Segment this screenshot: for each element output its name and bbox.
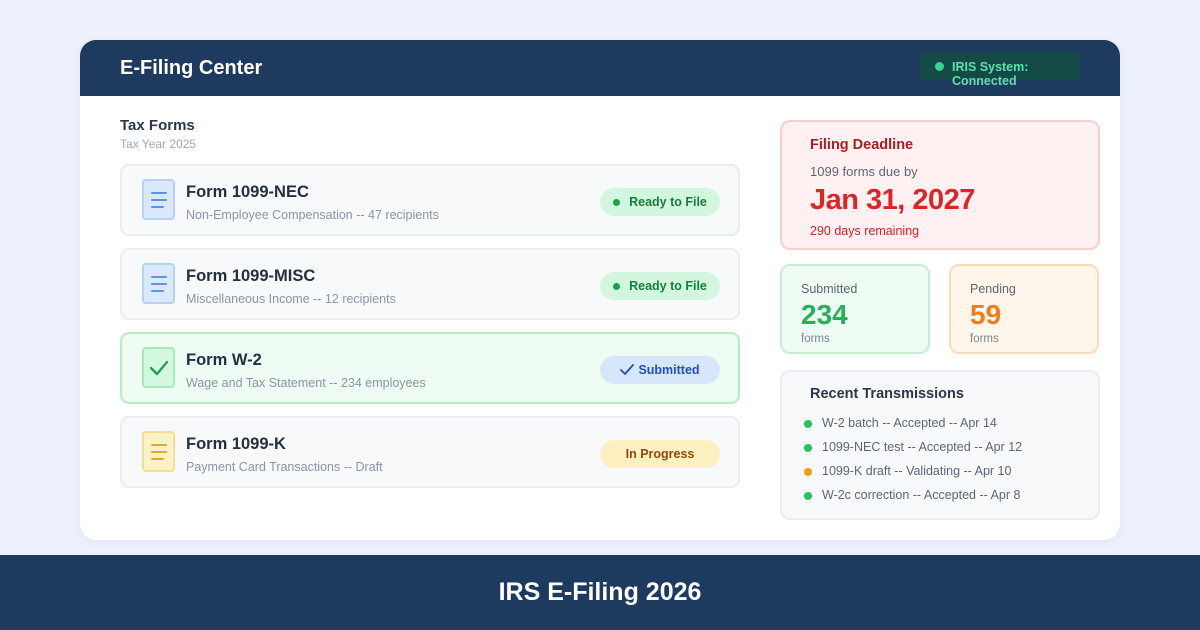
deadline-subtitle: 1099 forms due by: [810, 164, 918, 179]
stat-label: Submitted: [801, 282, 858, 296]
form-row-1099-misc[interactable]: Form 1099-MISC Miscellaneous Income -- 1…: [120, 248, 740, 320]
document-icon: [142, 431, 175, 472]
status-dot-icon: [804, 444, 812, 452]
footer-banner: IRS E-Filing 2026: [0, 555, 1200, 630]
check-icon: [620, 364, 635, 375]
form-description: Non-Employee Compensation -- 47 recipien…: [186, 208, 439, 222]
filing-deadline-card: Filing Deadline 1099 forms due by Jan 31…: [780, 120, 1100, 250]
status-label: In Progress: [625, 447, 695, 461]
status-dot-icon: [935, 62, 944, 71]
status-badge-ready[interactable]: Ready to File: [600, 272, 720, 300]
submitted-stat-card: Submitted 234 forms: [780, 264, 930, 354]
status-dot-icon: [804, 492, 812, 500]
pending-count: 59: [970, 299, 1002, 330]
document-icon: [142, 263, 175, 304]
status-dot-icon: [804, 468, 812, 476]
form-row-1099-nec[interactable]: Form 1099-NEC Non-Employee Compensation …: [120, 164, 740, 236]
status-badge-ready[interactable]: Ready to File: [600, 188, 720, 216]
card-header: E-Filing Center IRIS System: Connected: [80, 40, 1120, 96]
submitted-count: 234: [801, 299, 848, 330]
form-description: Payment Card Transactions -- Draft: [186, 460, 383, 474]
status-badge-in-progress[interactable]: In Progress: [600, 440, 720, 468]
tax-year-label: Tax Year 2025: [120, 137, 197, 151]
transmission-text: 1099-NEC test -- Accepted -- Apr 12: [822, 440, 1023, 454]
form-row-w2[interactable]: Form W-2 Wage and Tax Statement -- 234 e…: [120, 332, 740, 404]
e-filing-card: E-Filing Center IRIS System: Connected T…: [80, 40, 1120, 540]
transmission-text: W-2c correction -- Accepted -- Apr 8: [822, 488, 1021, 502]
tax-forms-title: Tax Forms: [120, 117, 195, 134]
transmission-text: W-2 batch -- Accepted -- Apr 14: [822, 416, 997, 430]
transmission-text: 1099-K draft -- Validating -- Apr 10: [822, 464, 1012, 478]
stat-unit: forms: [801, 333, 830, 345]
form-name: Form W-2: [186, 351, 262, 369]
document-icon: [142, 179, 175, 220]
days-remaining: 290 days remaining: [810, 224, 920, 238]
stat-unit: forms: [970, 333, 999, 345]
app-title: E-Filing Center: [120, 57, 263, 79]
recent-transmissions-card: Recent Transmissions W-2 batch -- Accept…: [780, 370, 1100, 520]
status-dot-icon: [613, 282, 621, 290]
connection-status-badge: IRIS System: Connected: [920, 52, 1080, 88]
deadline-date: Jan 31, 2027: [810, 184, 975, 216]
status-badge-submitted[interactable]: Submitted: [600, 356, 720, 384]
deadline-title: Filing Deadline: [810, 137, 914, 153]
form-name: Form 1099-K: [186, 435, 286, 453]
form-name: Form 1099-MISC: [186, 267, 316, 285]
form-description: Wage and Tax Statement -- 234 employees: [186, 376, 426, 390]
form-name: Form 1099-NEC: [186, 183, 309, 201]
footer-title: IRS E-Filing 2026: [498, 578, 702, 606]
connection-status-label: IRIS System: Connected: [952, 60, 1029, 88]
pending-stat-card: Pending 59 forms: [949, 264, 1099, 354]
checkmark-icon: [142, 347, 175, 388]
status-label: Ready to File: [629, 195, 707, 209]
status-label: Submitted: [638, 363, 700, 377]
status-dot-icon: [613, 198, 621, 206]
stat-label: Pending: [970, 282, 1016, 296]
status-dot-icon: [804, 420, 812, 428]
form-row-1099-k[interactable]: Form 1099-K Payment Card Transactions --…: [120, 416, 740, 488]
form-description: Miscellaneous Income -- 12 recipients: [186, 292, 396, 306]
recent-transmissions-title: Recent Transmissions: [810, 386, 964, 402]
status-label: Ready to File: [629, 279, 707, 293]
